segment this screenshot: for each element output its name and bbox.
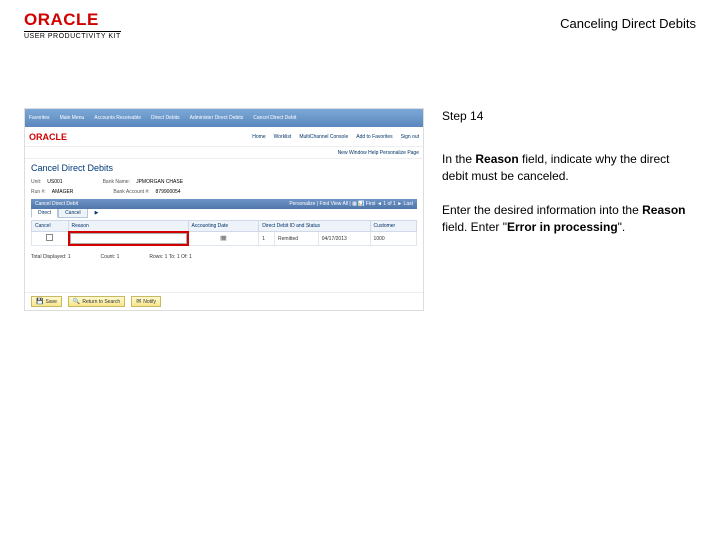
page-title: Canceling Direct Debits [560,10,696,31]
product-name: USER PRODUCTIVITY KIT [24,31,121,40]
col-cancel[interactable]: Cancel [32,221,69,232]
breadcrumb-item[interactable]: Administer Direct Debits [190,115,244,121]
rows-to-value: 1 [177,254,180,260]
screenshot-panel: Favorites Main Menu Accounts Receivable … [24,108,424,311]
direct-debit-grid: Cancel Reason Accounting Date Direct Deb… [31,220,417,246]
count-label: Count: [100,254,115,260]
ps-nav-home[interactable]: Home [252,134,265,140]
breadcrumb-item[interactable]: Favorites [29,115,50,121]
brand-block: ORACLE USER PRODUCTIVITY KIT [24,10,121,40]
run-label: Run #: [31,189,46,195]
ps-breadcrumb-bar: Favorites Main Menu Accounts Receivable … [25,109,423,127]
oracle-logo: ORACLE [24,10,121,30]
unit-value: US001 [47,179,62,185]
grid-section-title: Cancel Direct Debit [35,201,78,207]
dd-status-value: Remitted [275,232,319,246]
rows-from: 1 [165,254,168,260]
rows-to-label: To: [169,254,176,260]
col-customer[interactable]: Customer [370,221,416,232]
notify-icon: ✉ [136,298,141,305]
ps-page-heading: Cancel Direct Debits [31,163,417,173]
ps-nav-worklist[interactable]: Worklist [274,134,292,140]
search-icon: 🔍 [73,298,80,305]
customer-value: 1000 [370,232,416,246]
col-reason[interactable]: Reason [68,221,188,232]
notify-button[interactable]: ✉Notify [131,296,161,307]
breadcrumb-item[interactable]: Accounts Receivable [94,115,141,121]
calendar-icon[interactable]: 🗓 [220,236,226,242]
save-icon: 💾 [36,298,43,305]
cancel-checkbox[interactable] [46,234,53,241]
of-value: 1 [189,254,192,260]
expand-all-icon[interactable]: ▶ [92,209,102,218]
count-value: 1 [117,254,120,260]
dd-id-value: 1 [259,232,275,246]
save-button[interactable]: 💾Save [31,296,62,307]
run-value: AMAGER [52,189,74,195]
reason-input[interactable] [70,233,187,244]
ps-nav-mcc[interactable]: MultiChannel Console [299,134,348,140]
bank-name-value: JPMORGAN CHASE [136,179,183,185]
breadcrumb-item[interactable]: Direct Debits [151,115,180,121]
dd-date-value: 04/17/2013 [318,232,370,246]
instruction-line-1: In the Reason field, indicate why the di… [442,151,696,185]
return-button[interactable]: 🔍Return to Search [68,296,125,307]
breadcrumb-item[interactable]: Main Menu [60,115,85,121]
step-number: Step 14 [442,108,696,125]
of-label: Of: [181,254,188,260]
instruction-line-2: Enter the desired information into the R… [442,202,696,236]
subtab-direct[interactable]: Direct [31,209,58,218]
bank-name-label: Bank Name: [103,179,131,185]
col-dd-id[interactable]: Direct Debit ID and Status [259,221,370,232]
ps-nav-fav[interactable]: Add to Favorites [356,134,392,140]
ps-nav-signout[interactable]: Sign out [401,134,419,140]
unit-label: Unit: [31,179,41,185]
breadcrumb-item[interactable]: Cancel Direct Debit [253,115,296,121]
ps-oracle-logo: ORACLE [29,132,67,142]
total-displayed-value: 1 [68,254,71,260]
bank-acct-value: 879900054 [156,189,181,195]
ps-user-actions[interactable]: New Window Help Personalize Page [25,147,423,159]
col-acct-date[interactable]: Accounting Date [188,221,259,232]
bank-acct-label: Bank Account #: [113,189,149,195]
grid-toolbar[interactable]: Personalize | Find View All | ▦ 📊 First … [289,201,413,207]
rows-label: Rows: [149,254,163,260]
total-displayed-label: Total Displayed: [31,254,66,260]
subtab-cancel[interactable]: Cancel [58,209,88,218]
table-row: 🗓 1 Remitted 04/17/2013 1000 [32,232,417,246]
